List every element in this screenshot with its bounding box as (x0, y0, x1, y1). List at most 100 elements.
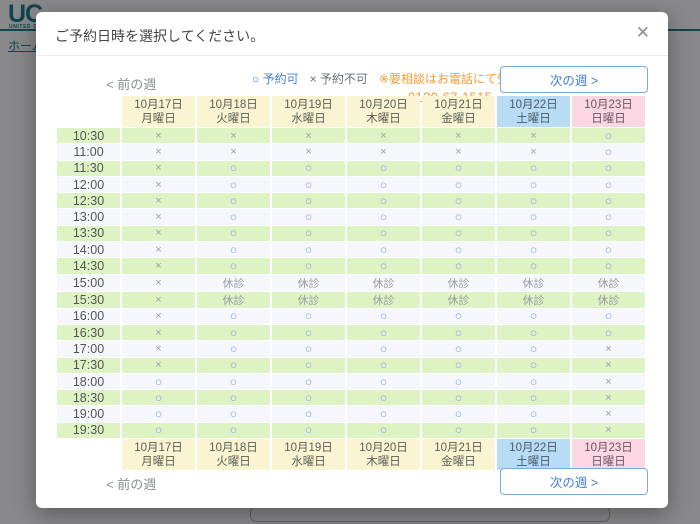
slot-cell[interactable]: ○ (272, 309, 345, 324)
slot-cell[interactable]: ○ (347, 309, 420, 324)
slot-cell[interactable]: ○ (497, 258, 570, 273)
slot-cell[interactable]: ○ (122, 406, 195, 421)
slot-cell[interactable]: ○ (197, 358, 270, 373)
slot-cell[interactable]: ○ (572, 161, 645, 176)
slot-cell[interactable]: ○ (422, 309, 495, 324)
slot-cell[interactable]: ○ (197, 258, 270, 273)
slot-cell[interactable]: ○ (197, 374, 270, 389)
slot-cell[interactable]: ○ (497, 374, 570, 389)
slot-cell[interactable]: ○ (422, 341, 495, 356)
slot-cell[interactable]: ○ (572, 144, 645, 159)
slot-cell[interactable]: ○ (347, 325, 420, 340)
slot-cell[interactable]: ○ (497, 309, 570, 324)
slot-cell[interactable]: ○ (347, 161, 420, 176)
slot-cell[interactable]: ○ (197, 406, 270, 421)
slot-cell[interactable]: ○ (197, 390, 270, 405)
slot-cell[interactable]: ○ (197, 161, 270, 176)
slot-cell[interactable]: ○ (347, 242, 420, 257)
slot-cell[interactable]: ○ (272, 209, 345, 224)
slot-cell[interactable]: ○ (347, 406, 420, 421)
slot-cell[interactable]: ○ (197, 226, 270, 241)
slot-cell[interactable]: ○ (122, 374, 195, 389)
slot-cell[interactable]: ○ (347, 374, 420, 389)
slot-cell[interactable]: ○ (272, 161, 345, 176)
slot-cell[interactable]: ○ (197, 341, 270, 356)
available-circle-icon: ○ (305, 178, 313, 192)
slot-cell[interactable]: ○ (422, 258, 495, 273)
slot-cell[interactable]: ○ (572, 177, 645, 192)
slot-cell[interactable]: ○ (347, 423, 420, 438)
slot-cell[interactable]: ○ (497, 193, 570, 208)
slot-cell[interactable]: ○ (572, 193, 645, 208)
slot-cell: × (122, 209, 195, 224)
slot-cell[interactable]: ○ (422, 177, 495, 192)
slot-cell[interactable]: ○ (197, 209, 270, 224)
next-week-button-bottom[interactable]: 次の週 > (500, 468, 648, 495)
slot-cell[interactable]: ○ (272, 390, 345, 405)
slot-cell[interactable]: ○ (497, 341, 570, 356)
slot-cell[interactable]: ○ (422, 325, 495, 340)
slot-cell[interactable]: ○ (347, 341, 420, 356)
slot-cell[interactable]: ○ (422, 374, 495, 389)
slot-cell[interactable]: ○ (572, 226, 645, 241)
slot-cell[interactable]: ○ (197, 309, 270, 324)
slot-cell[interactable]: ○ (197, 325, 270, 340)
slot-cell[interactable]: ○ (572, 258, 645, 273)
slot-cell[interactable]: ○ (497, 358, 570, 373)
slot-cell[interactable]: ○ (272, 177, 345, 192)
slot-cell[interactable]: ○ (497, 406, 570, 421)
closed-label: 休診 (373, 295, 395, 307)
slot-cell[interactable]: ○ (197, 193, 270, 208)
close-icon[interactable]: ✕ (636, 23, 650, 43)
prev-week-link-top[interactable]: < 前の週 (106, 74, 156, 93)
slot-cell[interactable]: ○ (272, 258, 345, 273)
slot-cell[interactable]: ○ (122, 423, 195, 438)
slot-cell[interactable]: ○ (497, 390, 570, 405)
slot-cell[interactable]: ○ (422, 242, 495, 257)
slot-cell[interactable]: ○ (497, 325, 570, 340)
slot-cell[interactable]: ○ (197, 242, 270, 257)
slot-cell[interactable]: ○ (272, 226, 345, 241)
slot-cell[interactable]: ○ (272, 193, 345, 208)
slot-cell[interactable]: ○ (197, 177, 270, 192)
slot-cell[interactable]: ○ (497, 423, 570, 438)
slot-cell[interactable]: ○ (347, 177, 420, 192)
slot-cell[interactable]: ○ (272, 374, 345, 389)
slot-cell[interactable]: ○ (272, 423, 345, 438)
slot-cell[interactable]: ○ (347, 209, 420, 224)
slot-cell[interactable]: ○ (272, 341, 345, 356)
slot-cell[interactable]: ○ (422, 423, 495, 438)
slot-cell[interactable]: ○ (272, 325, 345, 340)
slot-cell[interactable]: ○ (572, 309, 645, 324)
slot-cell[interactable]: ○ (272, 406, 345, 421)
next-week-button-top[interactable]: 次の週 > (500, 66, 648, 93)
slot-cell[interactable]: ○ (497, 226, 570, 241)
slot-cell[interactable]: ○ (422, 161, 495, 176)
slot-cell[interactable]: ○ (422, 226, 495, 241)
unavailable-x-icon: × (305, 146, 311, 158)
slot-cell[interactable]: ○ (272, 242, 345, 257)
slot-cell[interactable]: ○ (347, 358, 420, 373)
slot-cell[interactable]: ○ (347, 390, 420, 405)
slot-cell[interactable]: ○ (122, 390, 195, 405)
slot-cell[interactable]: ○ (197, 423, 270, 438)
slot-cell[interactable]: ○ (347, 258, 420, 273)
slot-cell: 休診 (347, 275, 420, 291)
slot-cell[interactable]: ○ (422, 193, 495, 208)
slot-cell[interactable]: ○ (347, 226, 420, 241)
slot-cell[interactable]: ○ (572, 209, 645, 224)
slot-cell[interactable]: ○ (422, 358, 495, 373)
slot-cell[interactable]: ○ (572, 128, 645, 143)
slot-cell[interactable]: ○ (497, 177, 570, 192)
slot-cell[interactable]: ○ (272, 358, 345, 373)
slot-cell[interactable]: ○ (497, 242, 570, 257)
slot-cell[interactable]: ○ (422, 209, 495, 224)
prev-week-link-bottom[interactable]: < 前の週 (106, 474, 156, 493)
slot-cell[interactable]: ○ (572, 242, 645, 257)
slot-cell[interactable]: ○ (347, 193, 420, 208)
slot-cell[interactable]: ○ (422, 406, 495, 421)
slot-cell[interactable]: ○ (497, 209, 570, 224)
slot-cell[interactable]: ○ (422, 390, 495, 405)
slot-cell[interactable]: ○ (497, 161, 570, 176)
slot-cell[interactable]: ○ (572, 325, 645, 340)
